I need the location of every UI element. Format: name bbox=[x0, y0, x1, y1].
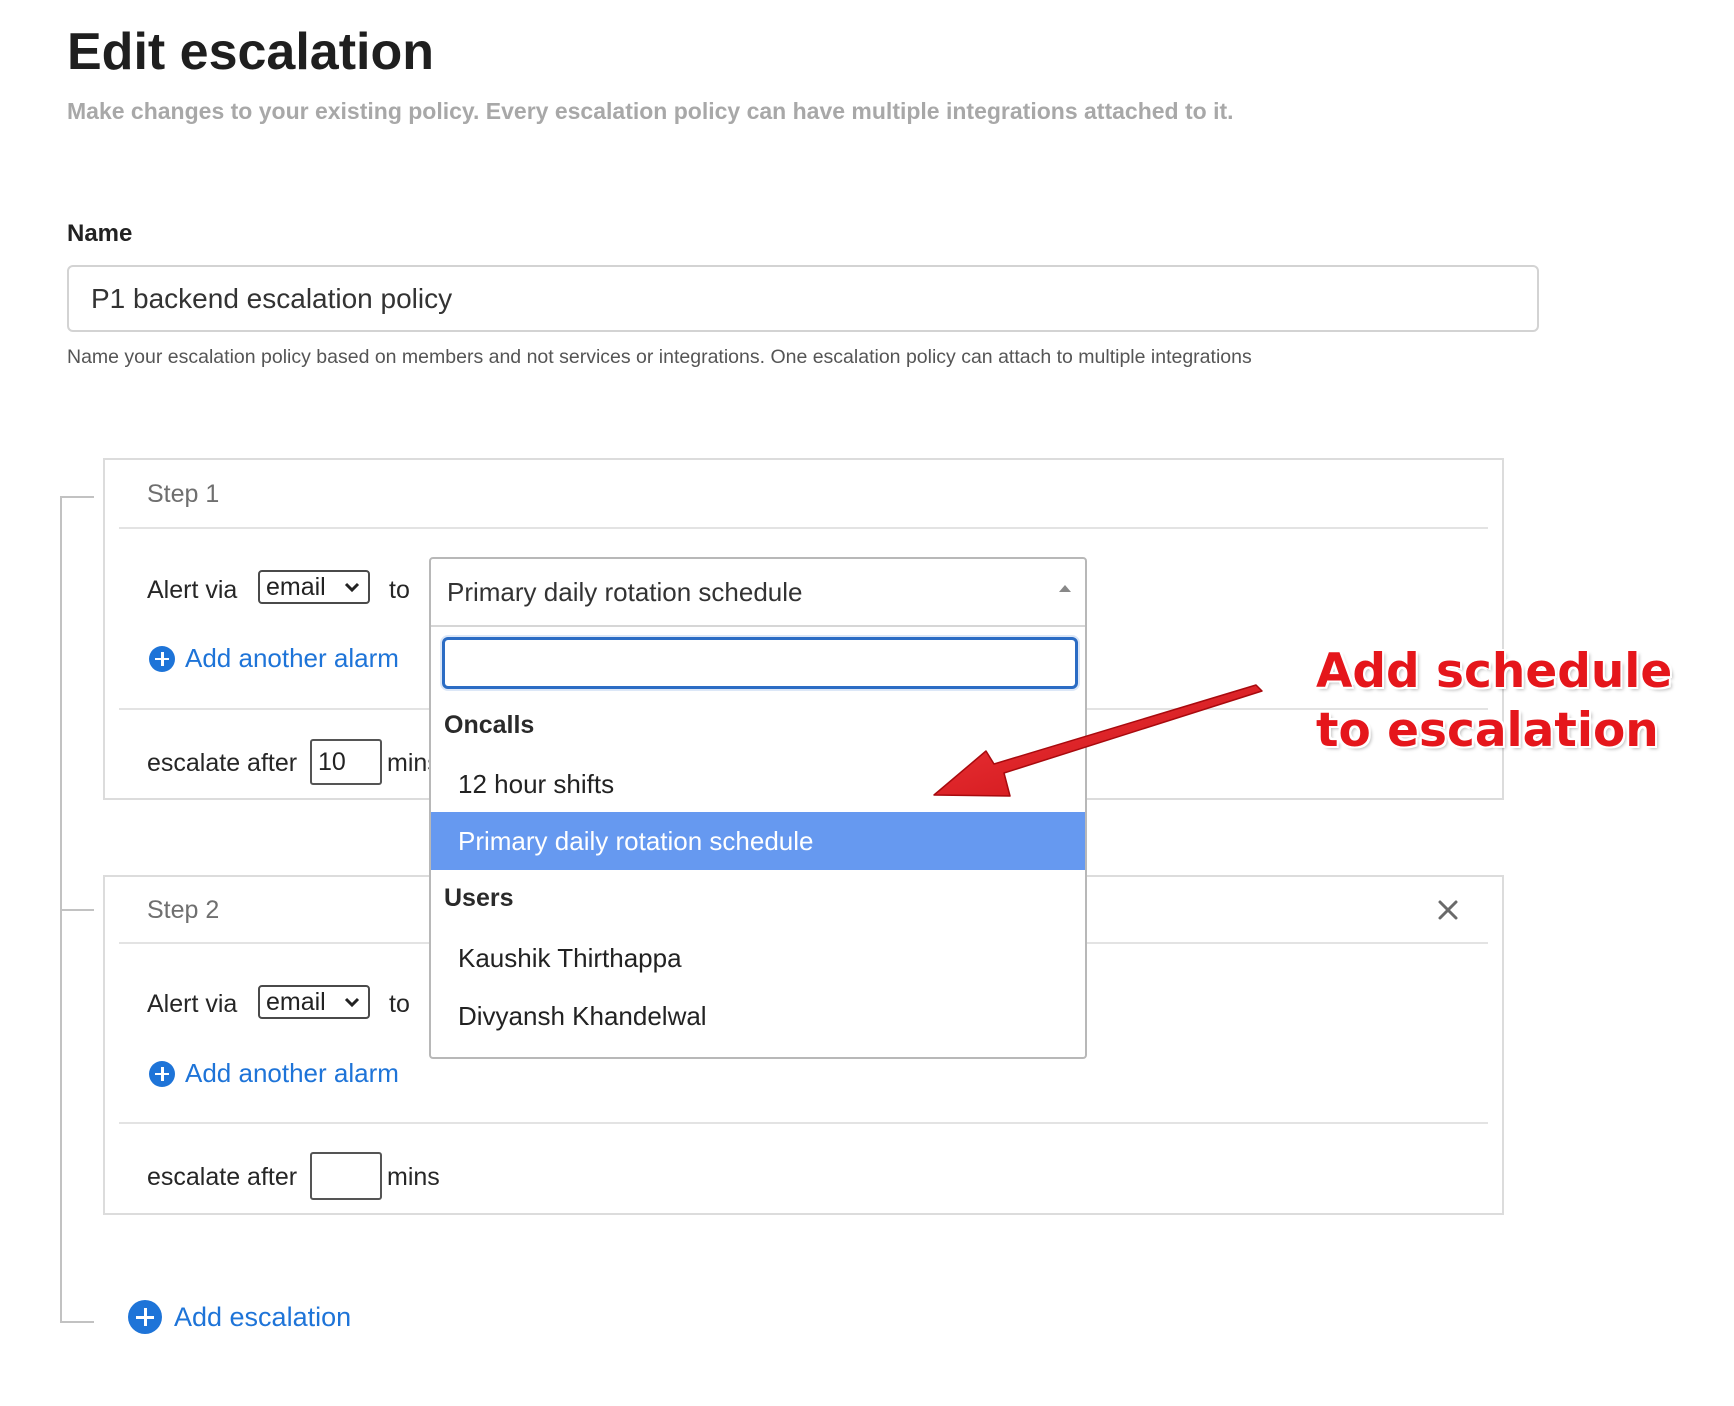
step-title: Step 2 bbox=[147, 896, 220, 924]
arrow-icon bbox=[933, 684, 1263, 797]
name-input[interactable] bbox=[67, 265, 1539, 332]
option-divyansh-khandelwal[interactable]: Divyansh Khandelwal bbox=[431, 987, 1085, 1045]
alert-via-label: Alert via bbox=[147, 990, 238, 1018]
close-icon[interactable] bbox=[1437, 899, 1459, 921]
channel-select[interactable]: email bbox=[258, 985, 370, 1019]
escalate-after-label: escalate after bbox=[147, 749, 298, 777]
recipient-select[interactable]: Primary daily rotation schedule bbox=[431, 559, 1085, 627]
chevron-down-icon bbox=[344, 997, 360, 1008]
channel-select[interactable]: email bbox=[258, 570, 370, 604]
add-escalation-button[interactable]: Add escalation bbox=[128, 1300, 351, 1334]
channel-select-value: email bbox=[266, 987, 326, 1016]
group-label-oncalls: Oncalls bbox=[444, 711, 535, 739]
annotation-callout: Add schedule to escalation bbox=[1316, 642, 1672, 760]
option-primary-daily-rotation[interactable]: Primary daily rotation schedule bbox=[431, 812, 1085, 870]
timeline-connector-step-2 bbox=[60, 909, 94, 911]
step-title: Step 1 bbox=[147, 480, 220, 508]
page-title: Edit escalation bbox=[67, 23, 434, 81]
option-kaushik-thirthappa[interactable]: Kaushik Thirthappa bbox=[431, 929, 1085, 987]
to-label: to bbox=[389, 990, 410, 1018]
plus-circle-icon bbox=[149, 645, 175, 672]
chevron-down-icon bbox=[344, 582, 360, 593]
group-label-users: Users bbox=[444, 884, 514, 912]
name-help-text: Name your escalation policy based on mem… bbox=[67, 346, 1252, 368]
alert-via-label: Alert via bbox=[147, 576, 238, 604]
escalate-after-input[interactable] bbox=[310, 739, 382, 785]
escalate-after-label: escalate after bbox=[147, 1163, 298, 1191]
recipient-select-value: Primary daily rotation schedule bbox=[447, 576, 803, 607]
page-subtitle: Make changes to your existing policy. Ev… bbox=[67, 98, 1234, 124]
plus-circle-icon bbox=[128, 1300, 162, 1334]
mins-label: mins bbox=[387, 1163, 440, 1191]
add-another-alarm-button[interactable]: Add another alarm bbox=[149, 643, 399, 674]
add-another-alarm-label: Add another alarm bbox=[185, 643, 399, 673]
annotation-line-1: Add schedule bbox=[1316, 644, 1673, 699]
plus-circle-icon bbox=[149, 1060, 175, 1087]
step-divider bbox=[119, 527, 1488, 529]
annotation-line-2: to escalation bbox=[1316, 703, 1659, 758]
channel-select-value: email bbox=[266, 572, 326, 601]
caret-up-icon bbox=[1059, 585, 1071, 592]
timeline-connector-step-1 bbox=[60, 496, 94, 498]
name-label: Name bbox=[67, 220, 133, 247]
timeline-connector-add bbox=[60, 1321, 94, 1323]
add-escalation-label: Add escalation bbox=[174, 1301, 352, 1332]
escalate-after-input[interactable] bbox=[310, 1152, 382, 1200]
step-divider bbox=[119, 1122, 1488, 1124]
add-another-alarm-button[interactable]: Add another alarm bbox=[149, 1058, 399, 1089]
add-another-alarm-label: Add another alarm bbox=[185, 1058, 399, 1088]
to-label: to bbox=[389, 576, 410, 604]
